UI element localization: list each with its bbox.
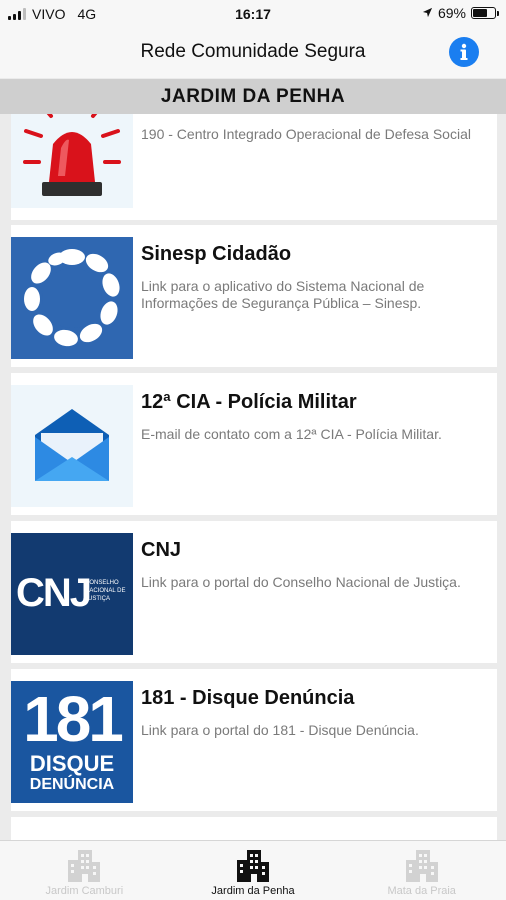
- cnj-logo-text: CNJ: [16, 571, 92, 615]
- status-right: 69%: [422, 5, 499, 21]
- logo-line2: DENÚNCIA: [29, 776, 115, 793]
- tab-label: Mata da Praia: [387, 885, 456, 897]
- status-bar: VIVO 4G 16:17 69%: [0, 0, 506, 28]
- cnj-logo-subtext: CONSELHO NACIONAL DE JUSTIÇA: [85, 580, 126, 602]
- list-item-title: 181 - Disque Denúncia: [141, 687, 355, 709]
- section-header: JARDIM DA PENHA: [0, 79, 506, 114]
- buildings-icon: [68, 850, 101, 882]
- list-item-title: 12ª CIA - Polícia Militar: [141, 391, 357, 413]
- list-item-title: Sinesp Cidadão: [141, 243, 292, 265]
- tab-label: Jardim da Penha: [211, 885, 295, 897]
- nav-bar: Rede Comunidade Segura: [0, 28, 506, 78]
- list-item-sinesp[interactable]: Sinesp Cidadão Link para o aplicativo do…: [11, 225, 497, 367]
- tab-jardim-camburi[interactable]: Jardim Camburi: [0, 841, 169, 900]
- list-item-description: 190 - Centro Integrado Operacional de De…: [141, 126, 471, 142]
- tab-label: Jardim Camburi: [45, 885, 124, 897]
- battery-percent: 69%: [437, 5, 466, 21]
- list-item-cnj[interactable]: CNJ CONSELHO NACIONAL DE JUSTIÇA CNJ Lin…: [11, 521, 497, 663]
- battery-icon: [471, 7, 499, 19]
- buildings-icon: [237, 850, 269, 882]
- info-icon: [460, 43, 468, 60]
- list-item[interactable]: [11, 817, 497, 840]
- tab-mata-da-praia[interactable]: Mata da Praia: [337, 841, 506, 900]
- sinesp-logo: [11, 237, 133, 359]
- list-item-description: E-mail de contato com a 12ª CIA - Políci…: [141, 426, 442, 442]
- list-item-description: Link para o portal do 181 - Disque Denún…: [141, 722, 419, 738]
- tab-jardim-da-penha[interactable]: Jardim da Penha: [169, 841, 338, 900]
- cnj-logo: CNJ CONSELHO NACIONAL DE JUSTIÇA: [11, 533, 133, 655]
- mail-icon: [11, 385, 133, 507]
- buildings-icon: [405, 850, 438, 882]
- siren-icon: [11, 114, 133, 208]
- list-item-description: Link para o portal do Conselho Nacional …: [141, 574, 461, 590]
- logo-line1: DISQUE: [29, 751, 115, 776]
- list-item-description: Link para o aplicativo do Sistema Nacion…: [141, 278, 425, 311]
- list-item-190[interactable]: 190 - Centro Integrado Operacional de De…: [11, 114, 497, 220]
- logo-number: 181: [23, 683, 124, 755]
- disque-denuncia-logo: 181 DISQUE DENÚNCIA: [11, 681, 133, 803]
- contact-list[interactable]: 190 - Centro Integrado Operacional de De…: [0, 114, 506, 840]
- info-button[interactable]: [449, 37, 479, 67]
- location-arrow-icon: [422, 5, 433, 21]
- tab-bar: Jardim Camburi Jardim da Penha Mata da P…: [0, 840, 506, 900]
- section-title: JARDIM DA PENHA: [160, 85, 346, 107]
- list-item-181[interactable]: 181 DISQUE DENÚNCIA 181 - Disque Denúnci…: [11, 669, 497, 811]
- list-item-title: CNJ: [141, 539, 182, 561]
- battery-fill: [473, 9, 488, 17]
- list-item-12cia[interactable]: 12ª CIA - Polícia Militar E-mail de cont…: [11, 373, 497, 515]
- page-title: Rede Comunidade Segura: [140, 41, 366, 62]
